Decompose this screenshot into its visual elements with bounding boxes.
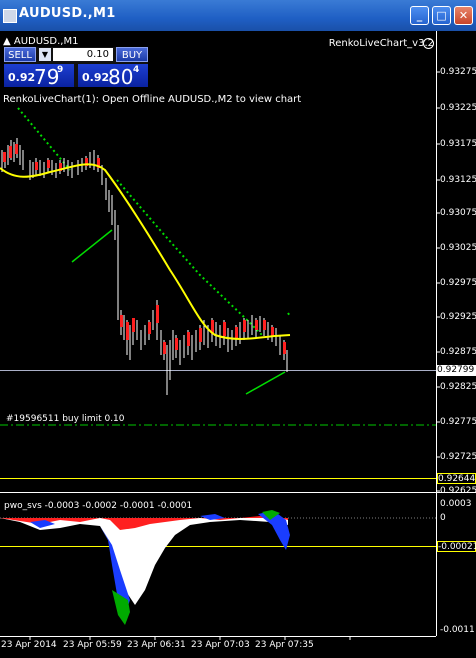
buy-button[interactable]: BUY [116,47,148,62]
price-label: 0.93175 [440,139,476,149]
expert-smiley-icon [423,38,434,49]
indicator-scale-label: -0.0011 [440,625,475,635]
indicator-histogram [0,510,436,625]
green-solid-lines [71,229,286,395]
price-label: 0.92925 [440,312,476,322]
chart-window-icon [3,9,17,23]
time-label: 23 Apr 06:31 [127,640,186,650]
price-label: 0.92875 [440,347,476,357]
buy-price-small: 0.92 [82,71,110,84]
candles [1,138,288,395]
red-candles [3,144,286,354]
time-label: 23 Apr 07:35 [255,640,314,650]
price-label: 0.92975 [440,278,476,288]
time-label: 23 Apr 07:03 [191,640,250,650]
minimize-button[interactable]: _ [410,6,429,25]
sell-price-small: 0.92 [8,71,36,84]
green-dotted-lines [17,107,291,336]
one-click-trading-panel: SELL ▼ 0.10 BUY 0.92 79 9 0.92 80 4 [4,47,148,89]
time-label: 23 Apr 05:59 [63,640,122,650]
indicator-name: RenkoLiveChart_v3.2 [328,38,434,49]
window-title: AUDUSD.,M1 [19,6,116,21]
current-price-tag: 0.92799 [437,365,476,376]
time-label: 23 Apr 2014 [1,640,57,650]
chart-canvas[interactable] [0,31,476,658]
indicator-scale-label: 0.0003 [440,499,472,509]
sell-button[interactable]: SELL [4,47,36,62]
price-label: 0.93025 [440,243,476,253]
yellow-level-tag: 0.92644 [437,473,476,484]
price-label: 0.92625 [440,486,476,496]
indicator-scale-label: 0 [440,513,446,523]
sell-price-sup: 9 [57,65,64,75]
sell-price-big: 79 [34,65,60,89]
indicator-window-label: pwo_svs -0.0003 -0.0002 -0.0001 -0.0001 [4,501,193,511]
lot-size-input[interactable]: 0.10 [53,48,113,61]
indicator-level-tag: -0.00021 [437,541,476,552]
buy-price-sup: 4 [133,65,140,75]
price-label: 0.93275 [440,67,476,77]
price-label: 0.92825 [440,382,476,392]
price-label: 0.92775 [440,417,476,427]
maximize-button[interactable]: □ [432,6,451,25]
price-label: 0.93225 [440,103,476,113]
title-bar: AUDUSD.,M1 _ □ ✕ [0,0,476,31]
close-button[interactable]: ✕ [454,6,473,25]
lot-dropdown-icon[interactable]: ▼ [39,48,51,61]
indicator-info-text: RenkoLiveChart(1): Open Offline AUDUSD.,… [3,94,302,105]
buy-price-box[interactable]: 0.92 80 4 [78,64,148,89]
price-label: 0.93125 [440,175,476,185]
moving-average-line [0,163,291,340]
buy-price-big: 80 [108,65,134,89]
price-label: 0.93075 [440,208,476,218]
price-label: 0.92725 [440,452,476,462]
symbol-label: ▲ AUDUSD.,M1 [3,36,79,47]
sell-price-box[interactable]: 0.92 79 9 [4,64,74,89]
order-label[interactable]: #19596511 buy limit 0.10 [6,414,125,424]
